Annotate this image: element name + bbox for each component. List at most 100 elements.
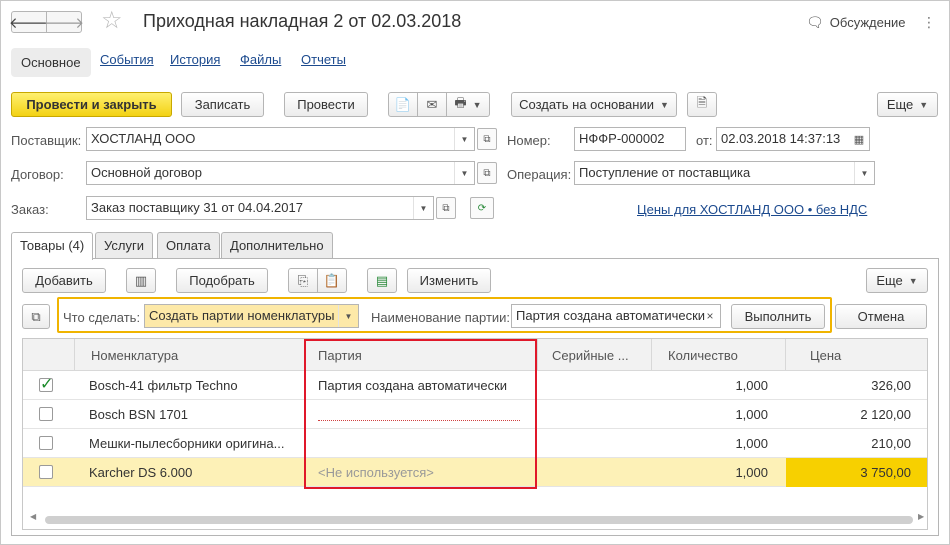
horizontal-scrollbar[interactable] (45, 516, 913, 524)
cell-quantity: 1,000 (735, 465, 768, 480)
date-field[interactable]: 02.03.2018 14:37:13 ▦ (716, 127, 870, 151)
tab-main[interactable]: Основное (11, 48, 91, 77)
email-button[interactable]: ✉ (417, 92, 447, 117)
tab-reports[interactable]: Отчеты (301, 52, 346, 74)
cell-price: 210,00 (871, 436, 911, 451)
scan-barcode-button[interactable]: ▥ (126, 268, 156, 293)
prices-link[interactable]: Цены для ХОСТЛАНД ООО • без НДС (637, 202, 867, 217)
scroll-right-icon[interactable]: ▶ (918, 512, 924, 521)
tab-events[interactable]: События (100, 52, 154, 74)
save-button[interactable]: Записать (181, 92, 264, 117)
more-button[interactable]: Еще ▼ (877, 92, 938, 117)
order-field[interactable]: Заказ поставщику 31 от 04.04.2017 ▼ (86, 196, 434, 220)
batch-name-input[interactable]: Партия создана автоматически × (511, 304, 721, 328)
paste-icon: 📋 (323, 272, 341, 288)
back-button[interactable]: 🡐 (9, 11, 49, 33)
cell-quantity: 1,000 (735, 378, 768, 393)
contract-field[interactable]: Основной договор ▼ (86, 161, 475, 185)
create-based-on-label: Создать на основании (519, 97, 654, 112)
post-button[interactable]: Провести (284, 92, 368, 117)
window-menu-button[interactable]: ⋮ (922, 14, 937, 31)
more-label: Еще (886, 97, 914, 112)
fill-by-order-button[interactable]: ⟳ (470, 197, 494, 219)
supplier-value: ХОСТЛАНД ООО (91, 131, 196, 146)
tab-payment[interactable]: Оплата (157, 232, 220, 258)
cell-price[interactable]: 3 750,00 (786, 458, 927, 487)
what-to-do-select[interactable]: Создать партии номенклатуры ▼ (144, 304, 359, 328)
barcode-icon: ▥ (134, 272, 148, 288)
scroll-left-icon[interactable]: ◀ (30, 512, 36, 521)
discussion-button[interactable]: 🗨 Обсуждение (806, 14, 906, 31)
supplier-field[interactable]: ХОСТЛАНД ООО ▼ (86, 127, 475, 151)
column-header-price[interactable]: Цена (786, 339, 927, 371)
operation-field[interactable]: Поступление от поставщика ▼ (574, 161, 875, 185)
tab-additional[interactable]: Дополнительно (221, 232, 333, 258)
tab-history[interactable]: История (170, 52, 220, 74)
chevron-down-icon[interactable]: ▼ (454, 128, 474, 150)
discussion-label: Обсуждение (829, 15, 906, 30)
date-label: от: (696, 133, 713, 148)
chat-icon: 🗨 (806, 14, 824, 30)
chevron-down-icon[interactable]: ▼ (338, 305, 358, 327)
table-header-check (23, 339, 75, 371)
batch-edit-button[interactable]: ▤ (367, 268, 397, 293)
chevron-down-icon: ▼ (659, 99, 669, 110)
execute-button[interactable]: Выполнить (731, 304, 825, 329)
printer-icon: 🖶 (454, 94, 467, 110)
chevron-down-icon: ▼ (908, 275, 918, 286)
operation-value: Поступление от поставщика (579, 165, 751, 180)
row-checkbox[interactable] (39, 374, 53, 394)
supplier-label: Поставщик: (11, 133, 82, 148)
print-button[interactable]: 🖶 ▼ (446, 92, 490, 117)
copy-icon: ⎘ (297, 272, 309, 288)
column-header-serial[interactable]: Серийные ... (538, 339, 652, 371)
contract-value: Основной договор (91, 165, 202, 180)
cell-nomenclature: Bosch-41 фильтр Techno (89, 378, 238, 393)
table-edit-icon: ▤ (375, 272, 389, 288)
open-order-button[interactable]: ⧉ (436, 197, 456, 219)
forward-button[interactable]: 🡒 (43, 11, 85, 33)
cell-nomenclature: Bosch BSN 1701 (89, 407, 189, 422)
pick-button[interactable]: Подобрать (176, 268, 268, 293)
document-icon: 🗎 (696, 94, 708, 110)
create-based-on-button[interactable]: Создать на основании ▼ (511, 92, 677, 117)
batch-name-value: Партия создана автоматически (516, 308, 706, 323)
clear-icon[interactable]: × (700, 305, 720, 327)
arrow-right-icon: 🡒 (43, 14, 85, 32)
change-button[interactable]: Изменить (407, 268, 491, 293)
row-checkbox[interactable] (39, 407, 53, 421)
open-contract-button[interactable]: ⧉ (477, 162, 497, 184)
order-label: Заказ: (11, 202, 49, 217)
paste-rows-button[interactable]: 📋 (317, 268, 347, 293)
favorite-star-icon[interactable]: ☆ (101, 8, 123, 34)
cell-price: 2 120,00 (860, 407, 911, 422)
open-window-icon: ⧉ (442, 202, 450, 214)
batch-column-highlight (304, 339, 537, 489)
cell-nomenclature: Мешки-пылесборники оригина... (89, 436, 285, 451)
chevron-down-icon[interactable]: ▼ (454, 162, 474, 184)
cancel-button[interactable]: Отмена (835, 304, 927, 329)
tab-files[interactable]: Файлы (240, 52, 281, 74)
post-and-close-button[interactable]: Провести и закрыть (11, 92, 172, 117)
add-button[interactable]: Добавить (22, 268, 106, 293)
chevron-down-icon[interactable]: ▼ (413, 197, 433, 219)
refresh-icon: ⟳ (477, 202, 487, 214)
column-header-quantity[interactable]: Количество (652, 339, 786, 371)
row-checkbox[interactable] (39, 465, 53, 479)
what-to-do-value: Создать партии номенклатуры (149, 308, 335, 323)
report-structure-button[interactable]: 📄 (388, 92, 418, 117)
chevron-down-icon[interactable]: ▼ (854, 162, 874, 184)
number-field[interactable]: НФФР-000002 (574, 127, 686, 151)
open-window-icon: ⧉ (483, 167, 491, 179)
open-supplier-button[interactable]: ⧉ (477, 128, 497, 150)
calendar-icon[interactable]: ▦ (849, 128, 869, 150)
tab-goods[interactable]: Товары (4) (11, 232, 94, 260)
goods-more-button[interactable]: Еще ▼ (866, 268, 928, 293)
cell-price: 326,00 (871, 378, 911, 393)
column-header-nomenclature[interactable]: Номенклатура (75, 339, 305, 371)
copy-rows-button[interactable]: ⎘ (288, 268, 318, 293)
related-documents-button[interactable]: 🗎 (687, 92, 717, 117)
tab-services[interactable]: Услуги (95, 232, 153, 258)
toggle-group-action-button[interactable]: ⧉ (22, 304, 50, 329)
row-checkbox[interactable] (39, 436, 53, 450)
